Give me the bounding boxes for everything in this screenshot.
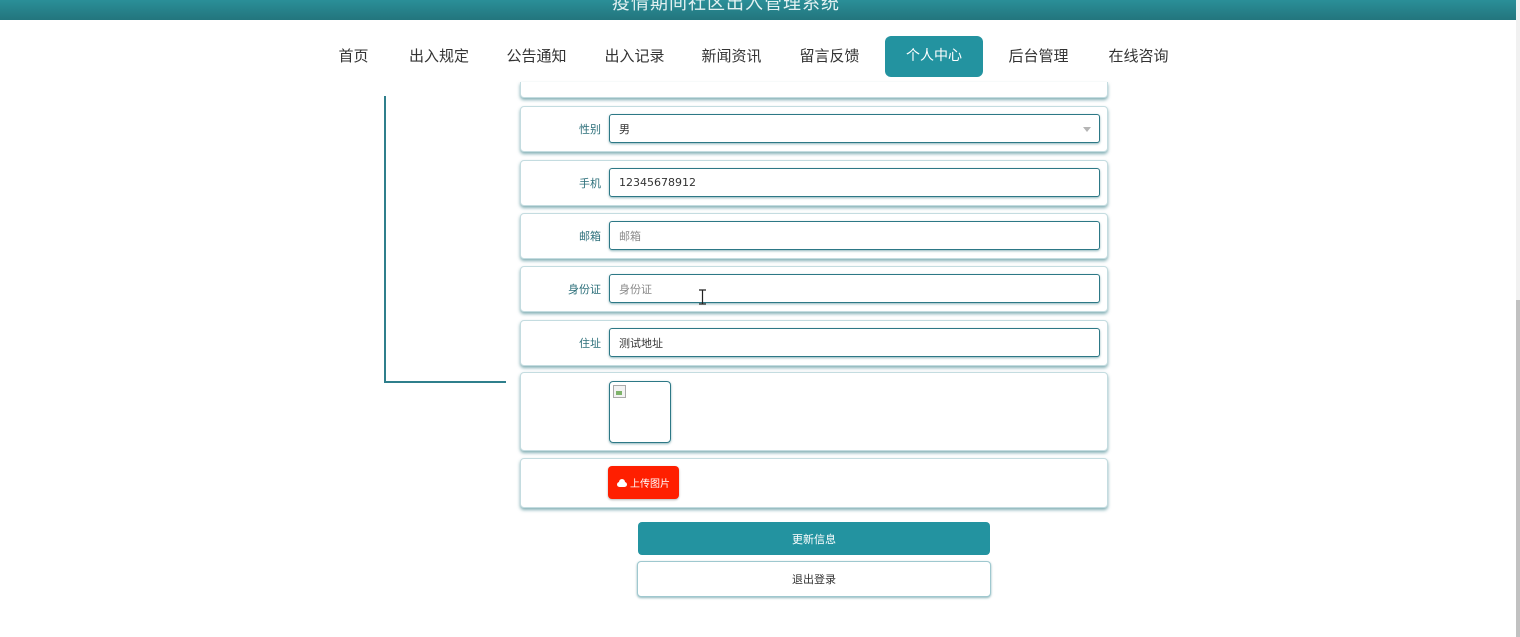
broken-image-icon — [613, 385, 626, 398]
text-cursor-icon — [699, 289, 706, 305]
email-label: 邮箱 — [579, 230, 601, 243]
form-row-upload: 上传图片 — [520, 458, 1108, 508]
form-row-partial — [520, 82, 1108, 98]
nav-online-consult[interactable]: 在线咨询 — [1108, 36, 1169, 77]
upload-label: 上传图片 — [630, 479, 670, 490]
app-title: 疫情期间社区出入管理系统 — [612, 0, 840, 14]
main-nav: 首页 出入规定 公告通知 出入记录 新闻资讯 留言反馈 个人中心 后台管理 在线… — [0, 36, 1516, 78]
form-row-gender: 性别 男 — [520, 106, 1108, 152]
nav-home[interactable]: 首页 — [338, 36, 369, 77]
nav-entry-records[interactable]: 出入记录 — [604, 36, 665, 77]
nav-notices[interactable]: 公告通知 — [506, 36, 567, 77]
nav-news[interactable]: 新闻资讯 — [701, 36, 762, 77]
idcard-input[interactable]: 身份证 — [609, 274, 1100, 303]
top-banner: 疫情期间社区出入管理系统 — [0, 0, 1516, 20]
logout-button[interactable]: 退出登录 — [637, 561, 991, 597]
idcard-label: 身份证 — [568, 283, 601, 296]
form-row-idcard: 身份证 身份证 — [520, 266, 1108, 312]
nav-admin[interactable]: 后台管理 — [1008, 36, 1069, 77]
address-input[interactable]: 测试地址 — [609, 328, 1100, 357]
phone-label: 手机 — [579, 177, 601, 190]
address-label: 住址 — [579, 337, 601, 350]
nav-feedback[interactable]: 留言反馈 — [799, 36, 860, 77]
form-row-address: 住址 测试地址 — [520, 320, 1108, 366]
form-row-phone: 手机 12345678912 — [520, 160, 1108, 206]
form-row-email: 邮箱 邮箱 — [520, 213, 1108, 259]
avatar-preview — [609, 381, 671, 443]
sidebar-panel — [384, 96, 506, 383]
email-input[interactable]: 邮箱 — [609, 221, 1100, 250]
update-info-button[interactable]: 更新信息 — [638, 522, 990, 555]
phone-input[interactable]: 12345678912 — [609, 168, 1100, 197]
form-row-avatar — [520, 372, 1108, 451]
page-scrollbar[interactable] — [1516, 0, 1520, 637]
gender-select[interactable]: 男 — [609, 114, 1100, 143]
nav-personal-center[interactable]: 个人中心 — [885, 36, 983, 77]
gender-value: 男 — [619, 122, 630, 136]
nav-entry-rules[interactable]: 出入规定 — [409, 36, 469, 77]
chevron-down-icon — [1083, 127, 1091, 132]
gender-label: 性别 — [579, 123, 601, 136]
upload-image-button[interactable]: 上传图片 — [608, 466, 679, 499]
cloud-upload-icon — [617, 478, 627, 487]
scrollbar-thumb[interactable] — [1516, 300, 1520, 637]
